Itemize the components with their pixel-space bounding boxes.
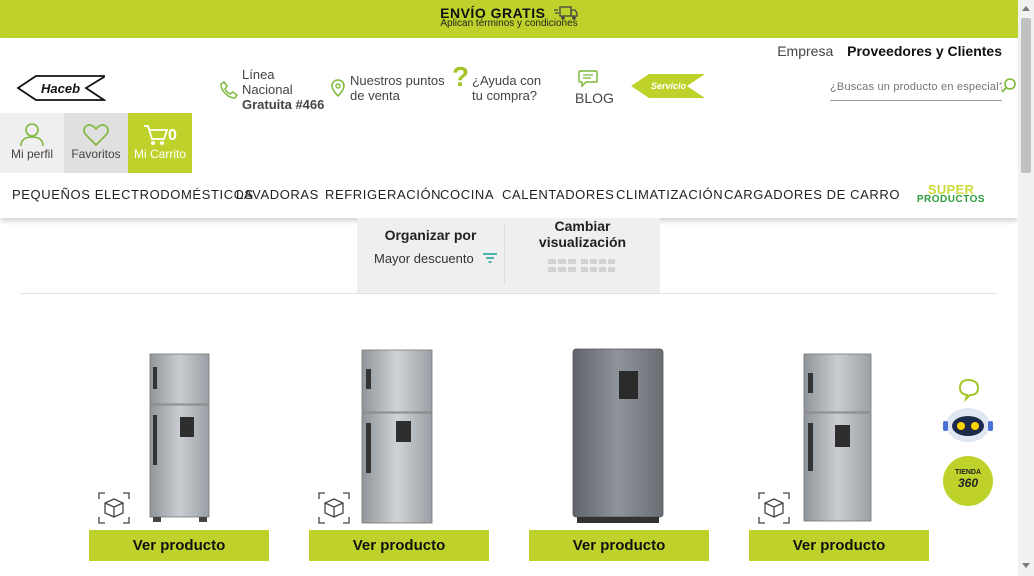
logo-text: Haceb <box>41 81 80 96</box>
chat-bubble-icon <box>578 70 598 88</box>
search-box <box>830 75 1002 101</box>
ver-producto-button[interactable]: Ver producto <box>749 530 929 561</box>
phone-line2: Nacional <box>242 82 293 97</box>
sort-view-panel: Organizar por Mayor descuento Cambiar vi… <box>357 218 660 293</box>
carrito-label: Mi Carrito <box>133 147 186 161</box>
servicio-badge[interactable]: Servicio <box>629 72 707 100</box>
ver-producto-button[interactable]: Ver producto <box>529 530 709 561</box>
top-links: Empresa Proveedores y Clientes <box>767 43 1002 59</box>
location-line2: de venta <box>350 88 400 103</box>
search-icon[interactable] <box>1001 78 1017 94</box>
search-input[interactable] <box>830 75 1002 99</box>
page-scrollbar[interactable] <box>1018 0 1034 576</box>
3d-view-icon[interactable] <box>97 491 131 525</box>
scroll-up-arrow-icon[interactable] <box>1021 4 1031 12</box>
perfil-button[interactable]: Mi perfil <box>0 113 64 173</box>
tienda-360-label: 360 <box>957 476 979 490</box>
product-card[interactable]: Ver producto <box>749 345 929 561</box>
super-bottom: PRODUCTOS <box>916 194 986 205</box>
nav-item-calentadores[interactable]: CALENTADORES <box>502 187 614 202</box>
ver-producto-button[interactable]: Ver producto <box>309 530 489 561</box>
filter-icon[interactable] <box>482 251 498 265</box>
view-title-line1: Cambiar <box>554 218 611 234</box>
location-pin-icon <box>331 79 345 97</box>
nav-item-cargadores[interactable]: CARGADORES DE CARRO <box>724 187 900 202</box>
question-icon: ? <box>452 61 470 92</box>
product-card[interactable]: Ver producto <box>309 345 489 561</box>
site-header: Empresa Proveedores y Clientes Haceb Lín… <box>0 38 1018 218</box>
scroll-down-arrow-icon[interactable] <box>1021 562 1031 570</box>
promo-bar[interactable]: ENVÍO GRATIS Aplican términos y condicio… <box>0 0 1018 38</box>
super-productos-link[interactable]: SUPER PRODUCTOS <box>915 183 987 205</box>
nav-item-lavadoras[interactable]: LAVADORAS <box>236 187 319 202</box>
product-card[interactable]: Ver producto <box>529 345 709 561</box>
help-text: ¿Ayuda con tu compra? <box>472 73 562 103</box>
location-text: Nuestros puntos de venta <box>350 73 460 103</box>
nav-item-cocina[interactable]: COCINA <box>440 187 494 202</box>
blog-label: BLOG <box>575 90 614 106</box>
sort-title: Organizar por <box>384 227 477 243</box>
grid-4col-icon[interactable] <box>581 259 617 273</box>
empresa-link[interactable]: Empresa <box>777 43 833 59</box>
3d-view-icon[interactable] <box>317 491 351 525</box>
tienda-label: TIENDA <box>954 469 982 476</box>
servicio-text: Servicio <box>651 81 687 91</box>
sort-select[interactable]: Mayor descuento <box>374 251 474 266</box>
phone-icon <box>220 81 238 99</box>
chatbot-robot-icon[interactable] <box>940 378 996 444</box>
page-root: ENVÍO GRATIS Aplican términos y condicio… <box>0 0 1034 576</box>
view-title-line2: visualización <box>538 234 627 250</box>
nav-item-pequenos[interactable]: PEQUEÑOS ELECTRODOMÉSTICOS <box>12 187 254 202</box>
content-divider <box>20 293 997 294</box>
phone-line3: Gratuita #466 <box>242 97 325 112</box>
carrito-button[interactable]: 0 Mi Carrito <box>128 113 192 173</box>
nav-item-climatizacion[interactable]: CLIMATIZACIÓN <box>616 187 723 202</box>
proveedores-link[interactable]: Proveedores y Clientes <box>847 43 1002 59</box>
phone-line1: Línea <box>242 67 275 82</box>
grid-3col-icon[interactable] <box>548 259 576 273</box>
tienda-360-button[interactable]: TIENDA 360 <box>943 456 993 506</box>
haceb-logo[interactable]: Haceb <box>16 73 107 103</box>
scroll-thumb[interactable] <box>1021 18 1031 173</box>
3d-view-icon[interactable] <box>757 491 791 525</box>
phone-text: Línea Nacional Gratuita #466 <box>242 67 332 112</box>
location-line1: Nuestros puntos <box>350 73 445 88</box>
fridge-image <box>572 348 664 523</box>
cart-icon <box>144 125 169 145</box>
heart-icon <box>83 124 109 147</box>
product-card[interactable]: Ver producto <box>89 345 269 561</box>
promo-subtitle: Aplican términos y condiciones <box>440 18 578 29</box>
main-nav: PEQUEÑOS ELECTRODOMÉSTICOS LAVADORAS REF… <box>0 183 1018 209</box>
perfil-label: Mi perfil <box>10 147 53 161</box>
favoritos-button[interactable]: Favoritos <box>64 113 128 173</box>
help-line1: ¿Ayuda con <box>472 73 542 88</box>
help-line2: tu compra? <box>472 88 538 103</box>
nav-item-refrigeracion[interactable]: REFRIGERACIÓN <box>325 187 441 202</box>
view-title: Cambiar visualización <box>505 218 660 250</box>
user-icon <box>20 123 44 147</box>
cart-count: 0 <box>168 127 177 144</box>
favoritos-label: Favoritos <box>71 147 121 161</box>
ver-producto-button[interactable]: Ver producto <box>89 530 269 561</box>
